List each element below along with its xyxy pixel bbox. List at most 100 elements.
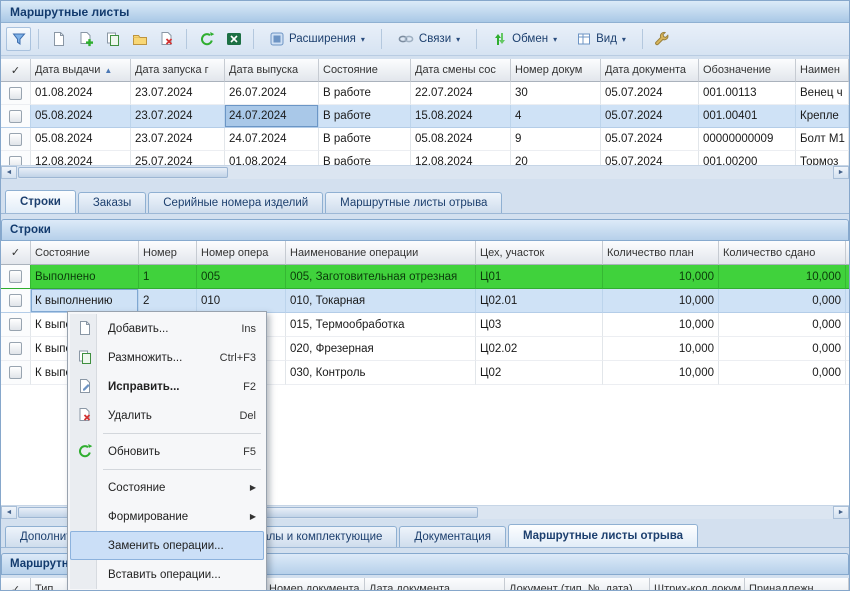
cell[interactable]: 015, Термообработка (286, 313, 476, 337)
table-row-selected[interactable]: К выполнению 2 010 010, Токарная Ц02.01 … (1, 289, 849, 313)
cell[interactable]: 10,000 (603, 265, 719, 289)
column-header-name[interactable]: Наимен (796, 59, 849, 82)
menu-item-insert-operations[interactable]: Вставить операции... (70, 560, 264, 589)
new-document-button[interactable] (46, 27, 71, 51)
column-header-shop[interactable]: Цех, участок (476, 241, 603, 265)
table-row-selected[interactable]: 05.08.2024 23.07.2024 24.07.2024 В работ… (1, 105, 849, 128)
column-header-op-number[interactable]: Номер опера (197, 241, 286, 265)
table-row[interactable]: 05.08.2024 23.07.2024 24.07.2024 В работ… (1, 128, 849, 151)
cell[interactable]: 23.07.2024 (131, 128, 225, 151)
cell[interactable]: 001.00113 (699, 82, 796, 105)
menu-item-state[interactable]: Состояние ▶ (70, 473, 264, 502)
column-header-doc-number[interactable]: Номер докум (511, 59, 601, 82)
cell[interactable]: 10,000 (603, 361, 719, 385)
select-all-header[interactable]: ✓ (1, 59, 31, 82)
menu-item-delete[interactable]: Удалить Del (70, 401, 264, 430)
refresh-button[interactable] (194, 27, 219, 51)
cell[interactable]: 22.07.2024 (411, 82, 511, 105)
column-header-doc-date[interactable]: Дата документа (601, 59, 699, 82)
cell[interactable]: 010 (197, 289, 286, 313)
cell[interactable]: 05.08.2024 (31, 105, 131, 128)
cell[interactable]: 10,000 (603, 313, 719, 337)
column-header-release-date[interactable]: Дата выпуска (225, 59, 319, 82)
menu-item-refresh[interactable]: Обновить F5 (70, 437, 264, 466)
row-checkbox[interactable] (9, 270, 22, 283)
links-dropdown[interactable]: Связи ▾ (389, 27, 469, 51)
cell[interactable]: Ц02 (476, 361, 603, 385)
cell[interactable]: В работе (319, 151, 411, 165)
cell[interactable]: 00000000009 (699, 128, 796, 151)
open-document-button[interactable] (127, 27, 152, 51)
scrollbar-track[interactable] (17, 166, 833, 179)
column-header-op-name[interactable]: Наименование операции (286, 241, 476, 265)
select-all-header[interactable]: ✓ (1, 578, 31, 591)
cell[interactable]: 10,000 (719, 265, 846, 289)
copy-document-button[interactable] (100, 27, 125, 51)
add-document-button[interactable] (73, 27, 98, 51)
cell[interactable]: 001.00401 (699, 105, 796, 128)
cell[interactable]: Тормоз (796, 151, 849, 165)
cell[interactable]: 030, Контроль (286, 361, 476, 385)
top-grid-h-scrollbar[interactable]: ◄ ► (1, 165, 849, 179)
column-header-state[interactable]: Состояние (31, 241, 139, 265)
cell[interactable]: 15.08.2024 (411, 105, 511, 128)
cell[interactable]: 01.08.2024 (31, 82, 131, 105)
cell[interactable]: 26.07.2024 (225, 82, 319, 105)
exchange-dropdown[interactable]: Обмен ▾ (484, 27, 566, 51)
cell[interactable]: 0,000 (719, 313, 846, 337)
cell-focused[interactable]: 24.07.2024 (225, 105, 319, 128)
row-checkbox[interactable] (9, 87, 22, 100)
row-checkbox[interactable] (9, 156, 22, 166)
cell[interactable]: 01.08.2024 (225, 151, 319, 165)
cell[interactable]: В работе (319, 128, 411, 151)
cell[interactable]: 0,000 (719, 289, 846, 313)
cell[interactable]: 05.07.2024 (601, 105, 699, 128)
cell[interactable]: Венец ч (796, 82, 849, 105)
cell[interactable]: 05.07.2024 (601, 128, 699, 151)
column-header-barcode[interactable]: Штрих-код докум (650, 578, 745, 591)
filter-button[interactable] (6, 27, 31, 51)
tab-documentation[interactable]: Документация (399, 526, 506, 547)
cell[interactable]: 020, Фрезерная (286, 337, 476, 361)
tab-serial-numbers[interactable]: Серийные номера изделий (148, 192, 323, 213)
cell[interactable]: 20 (511, 151, 601, 165)
column-header-qty-done[interactable]: Количество сдано (719, 241, 846, 265)
table-row[interactable]: 01.08.2024 23.07.2024 26.07.2024 В работ… (1, 82, 849, 105)
cell[interactable]: 4 (511, 105, 601, 128)
cell[interactable]: Ц01 (476, 265, 603, 289)
column-header-doc-full[interactable]: Документ (тип, №, дата) (505, 578, 650, 591)
cell[interactable]: Ц02.01 (476, 289, 603, 313)
column-header-doc-number[interactable]: Номер документа (265, 578, 365, 591)
menu-item-duplicate[interactable]: Размножить... Ctrl+F3 (70, 343, 264, 372)
cell[interactable]: Болт М1 (796, 128, 849, 151)
cell[interactable]: 23.07.2024 (131, 82, 225, 105)
scroll-right-button[interactable]: ► (833, 506, 849, 519)
menu-item-forming[interactable]: Формирование ▶ (70, 502, 264, 531)
scrollbar-thumb[interactable] (18, 167, 228, 178)
column-header-doc-date[interactable]: Дата документа (365, 578, 505, 591)
column-header-qty-plan[interactable]: Количество план (603, 241, 719, 265)
cell[interactable]: 12.08.2024 (411, 151, 511, 165)
cell[interactable]: 24.07.2024 (225, 128, 319, 151)
cell[interactable]: 05.07.2024 (601, 82, 699, 105)
cell[interactable]: Ц03 (476, 313, 603, 337)
row-checkbox[interactable] (9, 133, 22, 146)
cell[interactable]: 1 (139, 265, 197, 289)
cell[interactable]: 001.00200 (699, 151, 796, 165)
tab-orders[interactable]: Заказы (78, 192, 146, 213)
column-header-designation[interactable]: Обозначение (699, 59, 796, 82)
cell[interactable]: 23.07.2024 (131, 105, 225, 128)
extensions-dropdown[interactable]: Расширения ▾ (261, 27, 374, 51)
scroll-left-button[interactable]: ◄ (1, 166, 17, 179)
cell[interactable]: Ц02.02 (476, 337, 603, 361)
row-checkbox[interactable] (9, 342, 22, 355)
cell[interactable]: 10,000 (603, 337, 719, 361)
cell[interactable]: 25.07.2024 (131, 151, 225, 165)
excel-export-button[interactable] (221, 27, 246, 51)
column-header-start-date[interactable]: Дата запуска г (131, 59, 225, 82)
scroll-left-button[interactable]: ◄ (1, 506, 17, 519)
cell[interactable]: Выполнено (31, 265, 139, 289)
tab-lines[interactable]: Строки (5, 190, 76, 213)
row-checkbox[interactable] (9, 110, 22, 123)
menu-item-edit[interactable]: Исправить... F2 (70, 372, 264, 401)
